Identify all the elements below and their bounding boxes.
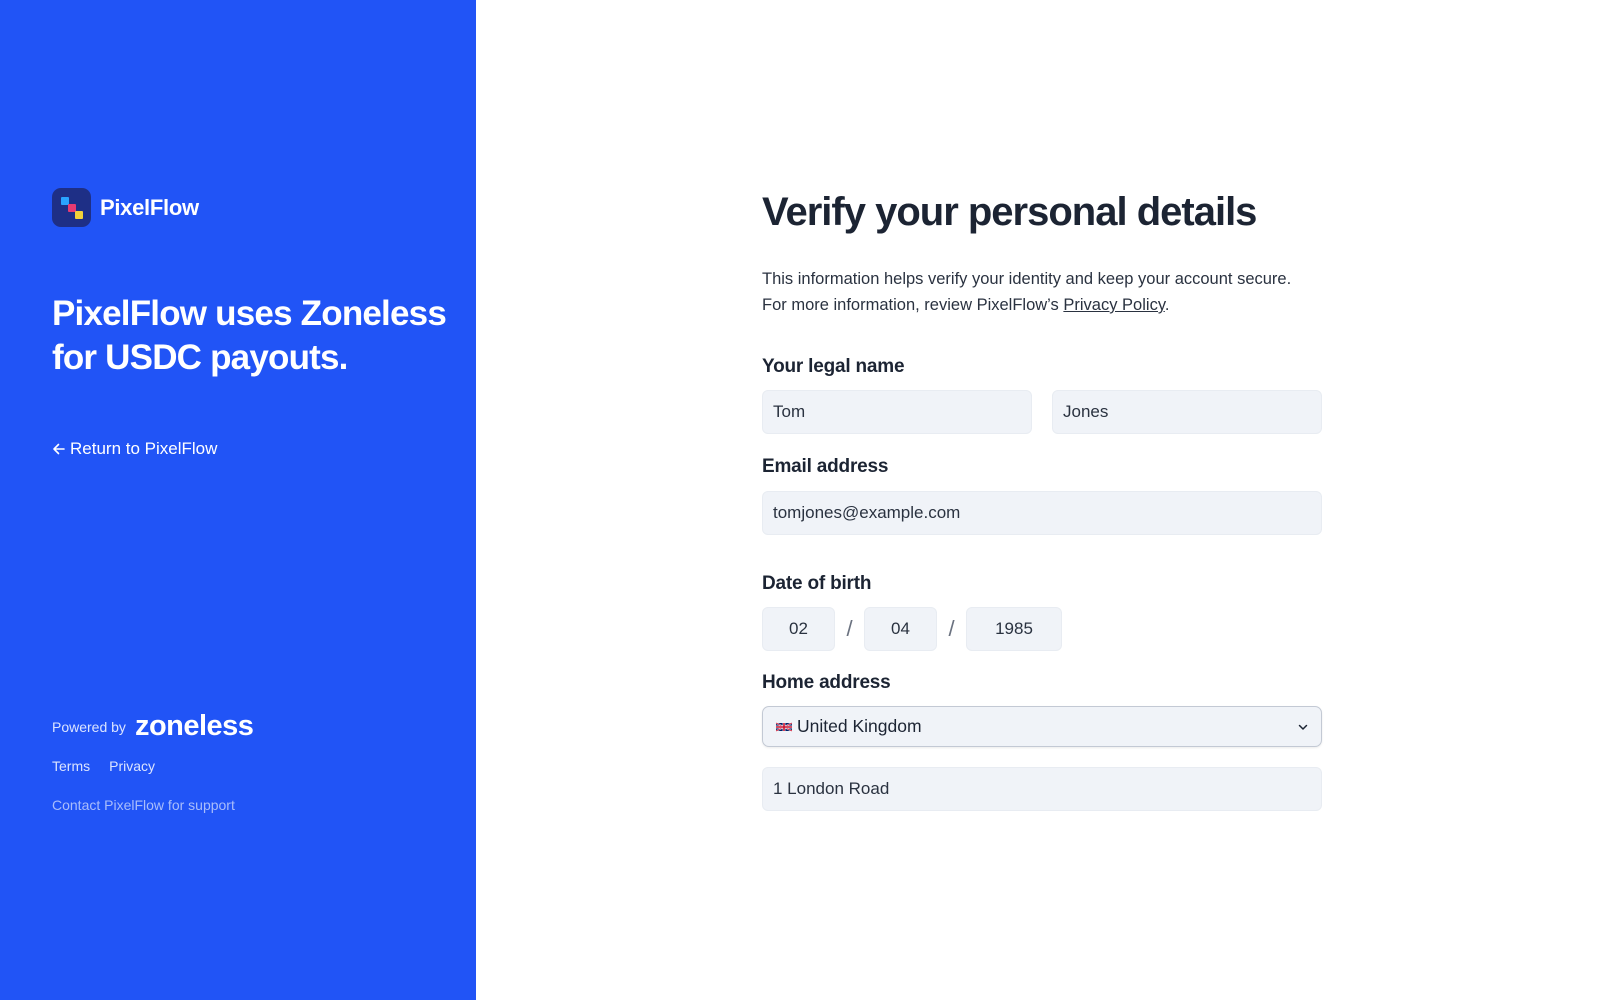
powered-by: Powered by zoneless (52, 712, 254, 741)
gb-flag-icon (776, 721, 792, 732)
page-title: Verify your personal details (762, 190, 1257, 234)
email-label: Email address (762, 456, 889, 477)
street-address-field[interactable]: 1 London Road (762, 767, 1322, 811)
chevron-down-icon (1298, 724, 1308, 730)
email-field[interactable]: tomjones@example.com (762, 491, 1322, 535)
dob-label: Date of birth (762, 573, 872, 594)
terms-link[interactable]: Terms (52, 758, 90, 774)
privacy-policy-link[interactable]: Privacy Policy (1063, 296, 1164, 314)
last-name-field[interactable]: Jones (1052, 390, 1322, 434)
side-footer: Powered by zoneless Terms Privacy Contac… (52, 712, 254, 814)
dob-row: 02 / 04 / 1985 (762, 607, 1322, 651)
address-label: Home address (762, 672, 891, 693)
personal-details-form: Verify your personal details This inform… (762, 188, 1322, 811)
dob-year-field[interactable]: 1985 (966, 607, 1062, 651)
brand-header: PixelFlow (52, 188, 199, 227)
page: PixelFlow PixelFlow uses Zoneless for US… (0, 0, 1600, 1000)
main-content: Verify your personal details This inform… (476, 0, 1600, 1000)
form-description: This information helps verify your ident… (762, 266, 1322, 318)
dob-separator: / (948, 616, 955, 641)
support-link[interactable]: Contact PixelFlow for support (52, 797, 253, 813)
logo-square-yellow (75, 211, 83, 219)
desc-suffix: . (1164, 296, 1170, 314)
address-section: Home address United Kingdom 1 London Roa… (762, 672, 1322, 811)
legal-name-row: Tom Jones (762, 390, 1322, 434)
dob-day-field[interactable]: 02 (762, 607, 835, 651)
desc-line-1: This information helps verify your ident… (762, 270, 1292, 288)
dob-month-field[interactable]: 04 (864, 607, 937, 651)
pixelflow-logo-icon (52, 188, 91, 227)
first-name-field[interactable]: Tom (762, 390, 1032, 434)
brand-name: PixelFlow (100, 194, 199, 220)
privacy-link[interactable]: Privacy (109, 758, 155, 774)
brand-tagline: PixelFlow uses Zoneless for USDC payouts… (52, 294, 447, 377)
footer-links: Terms Privacy (52, 758, 253, 774)
arrow-left-icon (53, 443, 65, 455)
powered-by-label: Powered by (52, 718, 126, 735)
country-select[interactable]: United Kingdom (762, 706, 1322, 747)
return-link[interactable]: Return to PixelFlow (52, 439, 217, 459)
return-link-label: Return to PixelFlow (70, 439, 218, 458)
email-section: Email address tomjones@example.com (762, 456, 1322, 535)
dob-separator: / (846, 616, 853, 641)
country-value: United Kingdom (797, 716, 922, 736)
dob-section: Date of birth 02 / 04 / 1985 (762, 573, 1322, 651)
legal-name-label: Your legal name (762, 356, 905, 377)
desc-line-2: For more information, review PixelFlow’s (762, 296, 1064, 314)
legal-name-section: Your legal name Tom Jones (762, 356, 1322, 434)
brand-panel: PixelFlow PixelFlow uses Zoneless for US… (0, 0, 476, 1000)
zoneless-logo[interactable]: zoneless (135, 712, 254, 741)
